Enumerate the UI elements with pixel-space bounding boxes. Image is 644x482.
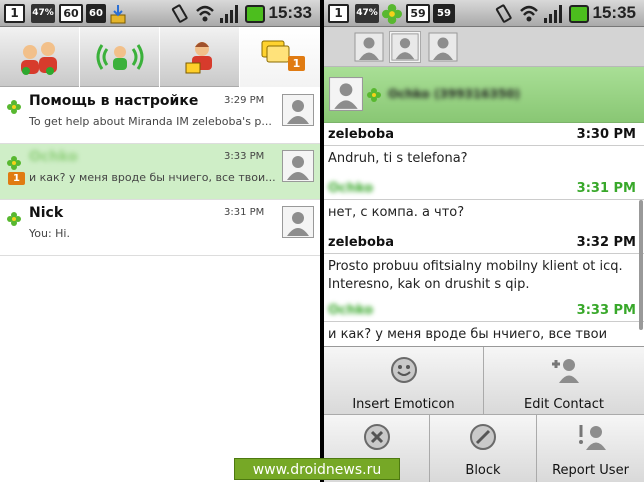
main-tabs: 1	[0, 27, 320, 87]
account-card-icon	[185, 42, 212, 74]
wifi-icon	[520, 5, 538, 22]
message-header: Ochko 3:33 PM	[324, 300, 644, 322]
chat-tab-3[interactable]	[427, 31, 459, 63]
chats-unread-badge: 1	[288, 56, 305, 71]
chat-preview: и как? у меня вроде бы нчиего, все твои.…	[29, 171, 276, 184]
message-time: 3:30 PM	[576, 127, 636, 142]
contact-name: Ochko (399316350)	[388, 87, 521, 101]
notification-count[interactable]: 1	[4, 4, 25, 23]
message-text: нет, с компа. а что?	[328, 205, 465, 220]
status-bar: 1 47% 60 60 15:33	[0, 0, 320, 27]
avatar-placeholder-icon	[282, 150, 314, 182]
status-box-b: 59	[433, 4, 455, 23]
chat-name: Помощь в настройке	[29, 93, 199, 109]
watermark: www.droidnews.ru	[234, 458, 400, 480]
tab-chats[interactable]	[240, 27, 320, 87]
battery-indicator: 47%	[31, 4, 55, 23]
battery-icon	[245, 5, 265, 23]
icq-status-icon	[7, 212, 21, 226]
tab-status[interactable]	[80, 27, 160, 87]
chat-row-nick[interactable]: Nick 3:31 PM You: Hi.	[0, 200, 320, 256]
message-header: zeleboba 3:30 PM	[324, 124, 644, 146]
avatar-placeholder-icon	[428, 32, 458, 62]
menu-item-label: Block	[465, 463, 501, 478]
message-sender: Ochko	[328, 303, 374, 318]
tab-account[interactable]	[160, 27, 240, 87]
contact-header[interactable]: Ochko (399316350)	[324, 67, 644, 123]
message-sender: zeleboba	[328, 235, 394, 250]
message-time: 3:32 PM	[576, 235, 636, 250]
menu-item-label: Report User	[552, 463, 629, 478]
icq-notification-icon	[382, 4, 402, 24]
status-broadcast-icon	[96, 44, 144, 70]
message-header: zeleboba 3:32 PM	[324, 232, 644, 254]
icq-status-icon	[7, 100, 21, 114]
message-text: Prosto probuu ofitsialny mobilny klient …	[328, 259, 623, 292]
download-icon	[110, 5, 126, 24]
message-text: и как? у меня вроде бы нчиего, все твои	[328, 327, 608, 342]
chat-tab-2[interactable]	[389, 31, 421, 63]
battery-icon	[569, 5, 589, 23]
avatar-placeholder-icon	[391, 33, 419, 61]
open-chats-tabs	[324, 27, 644, 67]
chat-preview: You: Hi.	[29, 227, 70, 240]
close-icon	[363, 424, 390, 450]
contacts-group-icon	[21, 42, 57, 75]
message-time: 3:33 PM	[576, 303, 636, 318]
message-sender: zeleboba	[328, 127, 394, 142]
wifi-icon	[196, 5, 214, 22]
status-box-a: 60	[59, 4, 83, 23]
unread-badge: 1	[8, 172, 25, 185]
message-header: Ochko 3:31 PM	[324, 178, 644, 200]
status-bar: 1 47% 59 59 15:35	[324, 0, 644, 27]
message-text: Andruh, ti s telefona?	[328, 151, 468, 166]
report-user-button[interactable]: Report User	[537, 415, 644, 482]
signal-icon	[544, 5, 562, 23]
chat-name: Ochko	[29, 149, 78, 165]
chat-tab-1[interactable]	[353, 31, 385, 63]
chat-time: 3:29 PM	[224, 95, 265, 106]
vibrate-icon	[171, 4, 188, 23]
icq-status-icon	[7, 156, 21, 170]
insert-emoticon-button[interactable]: Insert Emoticon	[324, 347, 484, 415]
menu-item-label: Insert Emoticon	[352, 397, 455, 412]
avatar-placeholder-icon	[282, 94, 314, 126]
message-scrollbar[interactable]	[639, 200, 643, 330]
right-screen: 1 47% 59 59 15:35 Ochko (399316350) zele…	[324, 0, 644, 482]
icq-status-icon	[367, 88, 381, 102]
battery-indicator: 47%	[355, 4, 379, 23]
block-button[interactable]: Block	[430, 415, 537, 482]
chat-row-ochko[interactable]: Ochko 3:33 PM 1 и как? у меня вроде бы н…	[0, 144, 320, 200]
status-box-a: 59	[406, 4, 430, 23]
tab-contacts[interactable]	[0, 27, 80, 87]
smiley-icon	[390, 357, 417, 383]
report-user-icon	[578, 425, 606, 450]
message-sender: Ochko	[328, 181, 374, 196]
clock: 15:33	[268, 3, 312, 22]
add-contact-icon	[552, 359, 579, 383]
chat-time: 3:33 PM	[224, 151, 265, 162]
vibrate-icon	[495, 4, 512, 23]
edit-contact-button[interactable]: Edit Contact	[484, 347, 644, 415]
avatar-placeholder-icon	[329, 77, 363, 111]
status-box-b: 60	[86, 4, 106, 23]
menu-item-label: Edit Contact	[524, 397, 604, 412]
chat-name: Nick	[29, 205, 64, 221]
avatar-placeholder-icon	[282, 206, 314, 238]
chat-preview: To get help about Miranda IM zeleboba's …	[29, 115, 272, 128]
notification-count[interactable]: 1	[328, 4, 349, 23]
chat-row-help[interactable]: Помощь в настройке 3:29 PM To get help a…	[0, 88, 320, 144]
left-screen: 1 47% 60 60 15:33 1 Помощь в настройке 3…	[0, 0, 320, 482]
signal-icon	[220, 5, 238, 23]
chats-icon	[261, 40, 290, 63]
chat-time: 3:31 PM	[224, 207, 265, 218]
block-icon	[470, 424, 496, 450]
clock: 15:35	[592, 3, 636, 22]
avatar-placeholder-icon	[354, 32, 384, 62]
message-time: 3:31 PM	[576, 181, 636, 196]
